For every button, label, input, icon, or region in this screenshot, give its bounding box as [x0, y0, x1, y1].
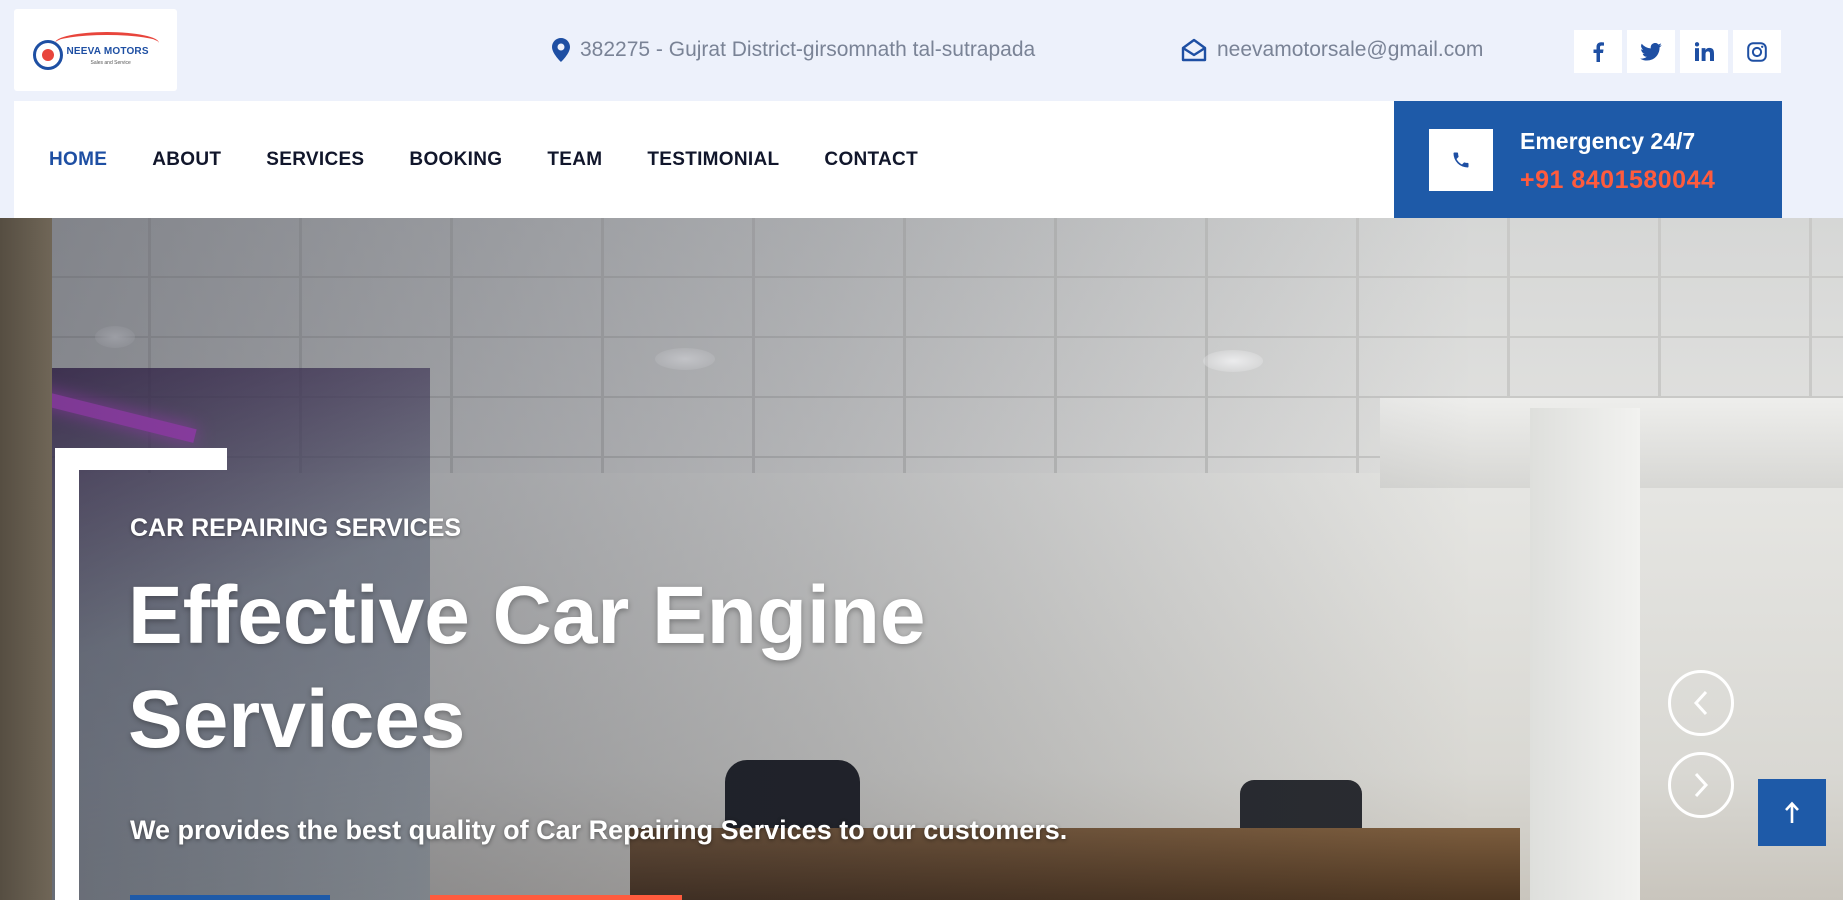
slider-next-button[interactable] [1668, 752, 1734, 818]
nav-menu: HOME ABOUT SERVICES BOOKING TEAM TESTIMO… [49, 101, 963, 218]
logo-wordmark: NEEVA MOTORS [66, 46, 149, 57]
chevron-left-icon [1693, 690, 1708, 716]
nav-home[interactable]: HOME [49, 149, 107, 171]
hero-slider: CAR REPAIRING SERVICES Effective Car Eng… [0, 218, 1843, 900]
arrow-up-icon [1785, 801, 1799, 823]
chevron-right-icon [1694, 772, 1709, 798]
hero-subtitle: We provides the best quality of Car Repa… [130, 815, 1068, 845]
linkedin-link[interactable] [1680, 30, 1728, 73]
email-info[interactable]: neevamotorsale@gmail.com [1181, 38, 1483, 62]
hero-primary-button[interactable] [130, 895, 330, 900]
hero-eyebrow: CAR REPAIRING SERVICES [130, 514, 462, 542]
slider-prev-button[interactable] [1668, 670, 1734, 736]
logo-tagline: Sales and Service [90, 60, 131, 66]
hero-overlay [0, 218, 1843, 900]
envelope-open-icon [1181, 38, 1207, 62]
top-info-bar: NEEVA MOTORS Sales and Service 382275 - … [0, 0, 1843, 101]
logo-mark: NEEVA MOTORS Sales and Service [31, 26, 161, 74]
map-pin-icon [552, 38, 570, 62]
site-logo[interactable]: NEEVA MOTORS Sales and Service [14, 9, 177, 91]
emergency-title: Emergency 24/7 [1520, 128, 1696, 154]
address-text: 382275 - Gujrat District-girsomnath tal-… [580, 38, 1036, 61]
nav-booking[interactable]: BOOKING [409, 149, 502, 171]
facebook-link[interactable] [1574, 30, 1622, 73]
linkedin-icon [1694, 42, 1714, 61]
nav-about[interactable]: ABOUT [152, 149, 221, 171]
instagram-icon [1747, 41, 1767, 62]
emergency-contact-box[interactable]: Emergency 24/7 +91 8401580044 [1394, 101, 1782, 218]
twitter-icon [1640, 42, 1662, 61]
main-navbar: HOME ABOUT SERVICES BOOKING TEAM TESTIMO… [14, 101, 1394, 218]
hero-frame-decoration [55, 448, 79, 900]
social-links [1574, 30, 1786, 73]
nav-team[interactable]: TEAM [547, 149, 602, 171]
hero-secondary-button[interactable] [430, 895, 682, 900]
instagram-link[interactable] [1733, 30, 1781, 73]
facebook-icon [1593, 41, 1604, 62]
phone-icon-box [1429, 129, 1493, 191]
hero-title: Effective Car Engine Services [128, 570, 926, 765]
hero-frame-decoration [55, 448, 227, 470]
emergency-phone[interactable]: +91 8401580044 [1520, 166, 1715, 195]
address-info: 382275 - Gujrat District-girsomnath tal-… [552, 38, 1035, 62]
phone-icon [1453, 152, 1469, 168]
nav-services[interactable]: SERVICES [266, 149, 364, 171]
nav-testimonial[interactable]: TESTIMONIAL [647, 149, 779, 171]
twitter-link[interactable] [1627, 30, 1675, 73]
nav-contact[interactable]: CONTACT [824, 149, 918, 171]
back-to-top-button[interactable] [1758, 779, 1826, 846]
email-text[interactable]: neevamotorsale@gmail.com [1217, 38, 1483, 62]
